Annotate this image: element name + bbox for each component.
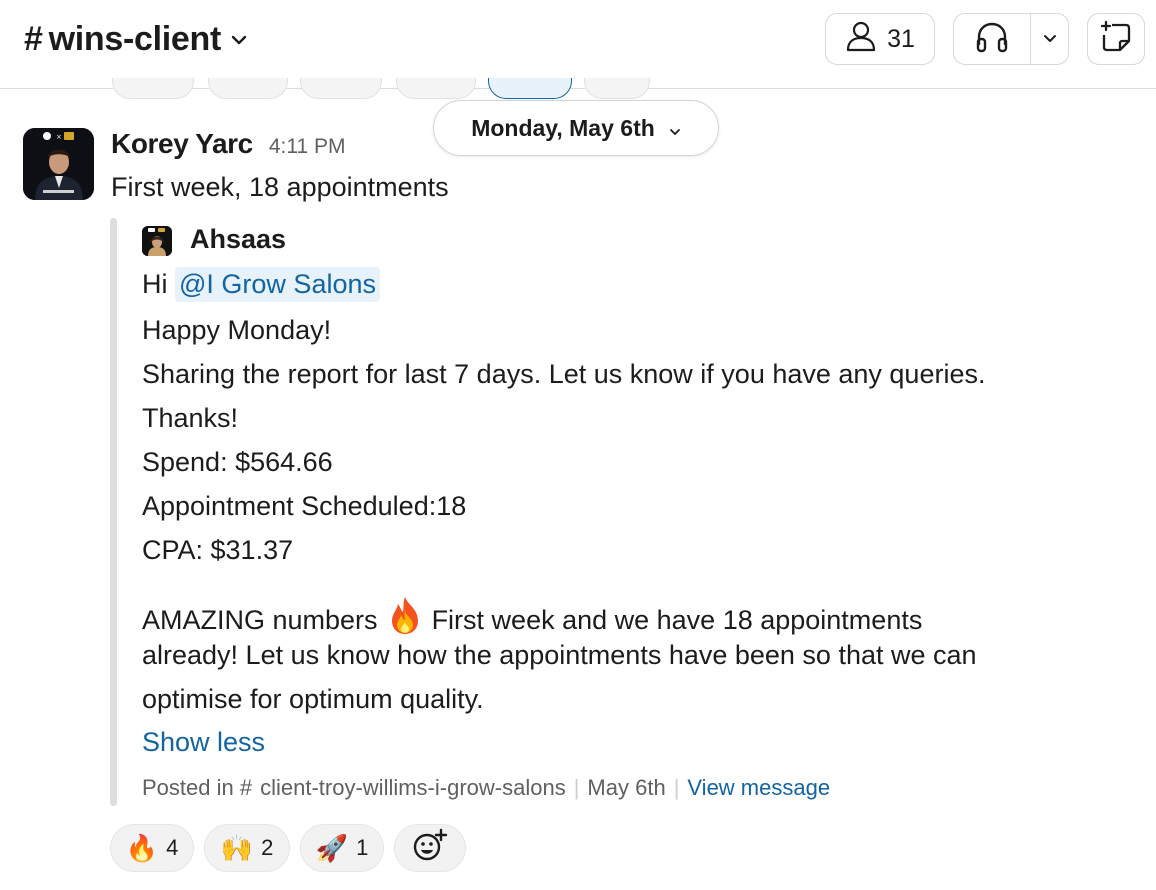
rocket-emoji-icon: 🚀: [315, 833, 349, 863]
shared-body-line: already! Let us know how the appointment…: [142, 640, 977, 670]
previous-reaction[interactable]: [112, 78, 194, 99]
new-canvas-icon: [1098, 19, 1134, 60]
shared-line: Appointment Scheduled:18: [142, 491, 467, 521]
huddle-options-button[interactable]: [1031, 14, 1068, 64]
reaction-bar: 🔥 4 🙌 2 🚀 1: [110, 824, 466, 872]
body-text: AMAZING numbers: [142, 605, 378, 635]
fire-emoji-icon: [386, 595, 424, 642]
previous-reaction[interactable]: [300, 78, 382, 99]
fire-emoji-icon: 🔥: [125, 833, 159, 863]
reaction-count: 4: [166, 835, 179, 860]
channel-name-button[interactable]: # wins-client: [24, 20, 247, 59]
message-text: First week, 18 appointments: [111, 172, 449, 202]
shared-line: Happy Monday!: [142, 315, 332, 345]
previous-reaction-selected[interactable]: [488, 78, 572, 99]
shared-message-bar: [110, 218, 117, 806]
channel-hash: #: [239, 775, 253, 800]
source-channel-link[interactable]: client-troy-willims-i-grow-salons: [260, 775, 566, 801]
new-canvas-button[interactable]: [1087, 13, 1145, 65]
source-date-link[interactable]: May 6th: [587, 775, 665, 801]
person-icon: [845, 20, 877, 59]
add-emoji-icon: [412, 828, 448, 868]
show-less-link[interactable]: Show less: [142, 727, 265, 758]
raised-hands-emoji-icon: 🙌: [220, 833, 254, 863]
members-button[interactable]: 31: [825, 13, 935, 65]
chevron-down-icon: [1043, 30, 1057, 48]
shared-message-footer: Posted in # client-troy-willims-i-grow-s…: [142, 775, 830, 801]
add-reaction-button[interactable]: [394, 824, 466, 872]
divider: |: [673, 775, 680, 800]
date-label: Monday, May 6th: [471, 114, 655, 141]
shared-line: Spend: $564.66: [142, 447, 333, 477]
reaction-raised-hands[interactable]: 🙌 2: [204, 824, 290, 872]
sender-name[interactable]: Korey Yarc: [111, 128, 253, 160]
chevron-down-icon: [669, 115, 681, 142]
channel-header: # wins-client 31: [0, 0, 1156, 89]
member-count: 31: [887, 24, 915, 53]
svg-text:×: ×: [56, 133, 62, 141]
shared-line: Sharing the report for last 7 days. Let …: [142, 359, 986, 389]
view-message-link[interactable]: View message: [687, 775, 830, 801]
huddle-button-group: [953, 13, 1069, 65]
reaction-rocket[interactable]: 🚀 1: [300, 824, 384, 872]
headphones-icon: [974, 20, 1010, 59]
channel-name: wins-client: [48, 20, 222, 58]
shared-body-line: AMAZING numbers First week and we have 18…: [142, 595, 922, 642]
huddle-button[interactable]: [954, 14, 1031, 64]
shared-line: CPA: $31.37: [142, 535, 294, 565]
greeting-text: Hi: [142, 269, 168, 299]
reaction-count: 2: [261, 835, 274, 860]
shared-line: Thanks!: [142, 403, 239, 433]
message-header: Korey Yarc 4:11 PM: [111, 128, 345, 160]
reaction-count: 1: [356, 835, 369, 860]
shared-greeting-line: Hi @I Grow Salons: [142, 267, 380, 302]
divider: |: [573, 775, 580, 800]
posted-in-label: Posted in: [142, 775, 234, 800]
previous-reaction[interactable]: [396, 78, 476, 99]
body-text: First week and we have 18 appointments: [431, 605, 923, 635]
avatar[interactable]: ×: [23, 128, 94, 200]
shared-body-line: optimise for optimum quality.: [142, 684, 484, 714]
shared-author-avatar[interactable]: [142, 226, 172, 256]
previous-add-reaction[interactable]: [584, 78, 650, 99]
reaction-fire[interactable]: 🔥 4: [110, 824, 194, 872]
channel-hash: #: [24, 20, 43, 58]
previous-reaction[interactable]: [208, 78, 288, 99]
user-mention[interactable]: @I Grow Salons: [175, 267, 380, 302]
message-timestamp[interactable]: 4:11 PM: [269, 135, 346, 159]
chevron-down-icon: [231, 35, 247, 45]
date-divider-button[interactable]: Monday, May 6th: [433, 100, 719, 156]
shared-author-name[interactable]: Ahsaas: [190, 224, 286, 255]
